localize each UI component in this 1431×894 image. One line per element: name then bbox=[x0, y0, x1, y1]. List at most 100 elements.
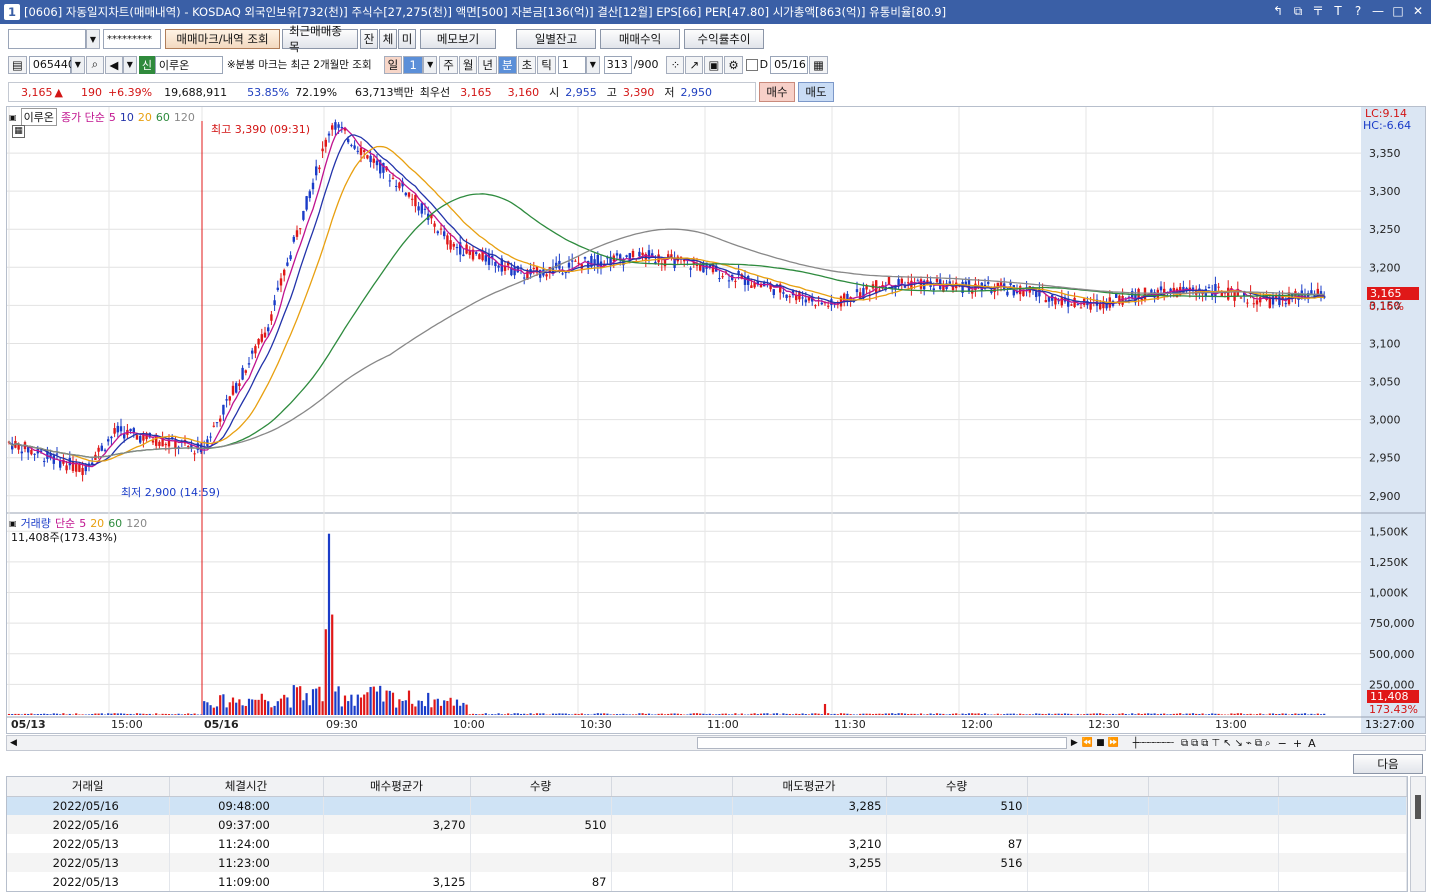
table-scrollbar[interactable] bbox=[1410, 776, 1426, 892]
return-trend-button[interactable]: 수익률추이 bbox=[684, 29, 764, 49]
link-icon[interactable]: ↰ bbox=[1271, 3, 1285, 19]
sell-button[interactable]: 매도 bbox=[798, 82, 834, 102]
candle-body bbox=[801, 297, 804, 299]
col-exec-time[interactable]: 체결시간 bbox=[169, 777, 324, 797]
draw-tool-icon[interactable]: ↗ bbox=[685, 55, 704, 74]
zoom-out-icon[interactable]: − bbox=[1278, 737, 1287, 750]
settings-gear-icon[interactable]: ⚙ bbox=[724, 55, 743, 74]
legend-ma5[interactable]: 5 bbox=[109, 111, 116, 124]
col-sell-avg[interactable]: 매도평균가 bbox=[732, 777, 887, 797]
maximize-icon[interactable]: □ bbox=[1391, 3, 1405, 19]
password-input[interactable]: ********* bbox=[103, 29, 161, 49]
account-dropdown-icon[interactable]: ▼ bbox=[86, 29, 100, 49]
period-year[interactable]: 년 bbox=[478, 55, 497, 74]
legend-ma60[interactable]: 60 bbox=[156, 111, 170, 124]
volume-bar bbox=[116, 713, 119, 715]
table-scroll-thumb[interactable] bbox=[1415, 795, 1421, 819]
search-icon[interactable]: ⌕ bbox=[85, 55, 104, 74]
period-day[interactable]: 일 bbox=[383, 55, 403, 74]
chart-area[interactable]: 3,350 3,300 3,250 3,200 3,150 3,100 3,050 3,000… bbox=[6, 106, 1426, 734]
legend-vol-ma5[interactable]: 5 bbox=[79, 517, 86, 530]
interval-input[interactable]: 1 bbox=[557, 55, 586, 74]
calendar-icon[interactable]: ▦ bbox=[809, 55, 829, 74]
table-cell: 3,285 bbox=[732, 796, 887, 815]
code-dropdown-icon[interactable]: ▼ bbox=[70, 55, 85, 74]
recent-trades-button[interactable]: 최근매매종목 bbox=[282, 24, 358, 54]
volume-bar bbox=[1134, 714, 1137, 715]
volume-tick-label: 1,500K bbox=[1369, 525, 1408, 538]
legend-ma120[interactable]: 120 bbox=[174, 111, 195, 124]
col-buy-qty[interactable]: 수량 bbox=[470, 777, 612, 797]
legend-ma20[interactable]: 20 bbox=[138, 111, 152, 124]
col-trade-date[interactable]: 거래일 bbox=[7, 777, 170, 797]
account-input[interactable] bbox=[8, 29, 86, 49]
speaker-dropdown-icon[interactable]: ▼ bbox=[122, 55, 137, 74]
save-icon[interactable]: ▣ bbox=[704, 55, 724, 74]
trade-profit-button[interactable]: 매매수익 bbox=[600, 29, 680, 49]
stock-name-field[interactable]: 이루온 bbox=[154, 55, 223, 74]
period-month[interactable]: 월 bbox=[458, 55, 478, 74]
period-day-dropdown-icon[interactable]: ▼ bbox=[423, 55, 438, 74]
chart-tools-icon[interactable]: ⧉⧉⧉⊤↖↘⌁⧉⌕ bbox=[1181, 738, 1274, 749]
font-icon[interactable]: T bbox=[1331, 3, 1345, 19]
scroll-thumb[interactable] bbox=[696, 737, 1067, 749]
period-minute[interactable]: 분 bbox=[498, 55, 517, 74]
legend-vol-ma120[interactable]: 120 bbox=[126, 517, 147, 530]
zoom-in-icon[interactable]: + bbox=[1293, 737, 1302, 750]
volume-bar bbox=[577, 714, 580, 715]
legend-vol-ma20[interactable]: 20 bbox=[90, 517, 104, 530]
close-icon[interactable]: ✕ bbox=[1411, 3, 1425, 19]
date-checkbox[interactable] bbox=[745, 58, 758, 71]
interval-dropdown-icon[interactable]: ▼ bbox=[585, 55, 600, 74]
table-row[interactable]: 2022/05/16 09:37:00 3,270 510 bbox=[7, 815, 1407, 834]
buy-button[interactable]: 매수 bbox=[759, 82, 795, 102]
legend-ma10[interactable]: 10 bbox=[120, 111, 134, 124]
volume-bar bbox=[775, 713, 779, 715]
period-day-count[interactable]: 1 bbox=[403, 55, 424, 74]
layout-icon[interactable]: ▤ bbox=[8, 55, 27, 74]
period-week[interactable]: 주 bbox=[439, 55, 458, 74]
col-sell-qty[interactable]: 수량 bbox=[886, 777, 1028, 797]
candle-body bbox=[574, 260, 577, 262]
code-input[interactable]: 065440 bbox=[28, 55, 75, 74]
date-input[interactable]: 05/16 bbox=[770, 55, 809, 74]
legend-vol-ma60[interactable]: 60 bbox=[108, 517, 122, 530]
stop-icon[interactable]: ■ bbox=[1096, 738, 1105, 748]
minimize-icon[interactable]: — bbox=[1371, 3, 1385, 19]
volume-legend-toggle-icon[interactable]: ▣ bbox=[9, 519, 17, 528]
daily-balance-button[interactable]: 일별잔고 bbox=[516, 29, 596, 49]
period-second[interactable]: 초 bbox=[517, 55, 537, 74]
bar-count-input[interactable]: 313 bbox=[603, 55, 632, 74]
scroll-left-icon[interactable]: ◀ bbox=[10, 738, 17, 748]
chart-scroll-bar[interactable]: ◀ ▶ ⏪ ■ ⏩ ┼┄┄┄┄┄┄┄ ⧉⧉⧉⊤↖↘⌁⧉⌕ − + A bbox=[6, 735, 1426, 751]
zoom-slider-icon[interactable]: ┼┄┄┄┄┄┄┄ bbox=[1133, 738, 1174, 749]
unfilled-button[interactable]: 미 bbox=[398, 29, 416, 49]
speaker-icon[interactable]: ◀ bbox=[104, 55, 123, 74]
indicator-icon[interactable]: ⁘ bbox=[666, 55, 685, 74]
candle-body bbox=[75, 464, 78, 472]
filled-button[interactable]: 체 bbox=[379, 29, 397, 49]
table-icon[interactable]: ▦ bbox=[12, 125, 25, 138]
help-icon[interactable]: ? bbox=[1351, 3, 1365, 19]
text-tool-icon[interactable]: A bbox=[1308, 737, 1316, 750]
restore-icon[interactable]: ⧉ bbox=[1291, 3, 1305, 19]
table-cell bbox=[470, 853, 612, 872]
table-row[interactable]: 2022/05/13 11:24:00 3,210 87 bbox=[7, 834, 1407, 853]
legend-close-ma[interactable]: 종가 단순 bbox=[61, 109, 105, 125]
forward-icon[interactable]: ⏩ bbox=[1108, 738, 1119, 748]
table-row[interactable]: 2022/05/16 09:48:00 3,285 510 bbox=[7, 796, 1407, 815]
price-volume-chart[interactable]: 3,3503,3003,2503,2003,1503,1003,0503,000… bbox=[7, 107, 1425, 733]
next-button[interactable]: 다음 bbox=[1353, 754, 1423, 774]
col-buy-avg[interactable]: 매수평균가 bbox=[323, 777, 471, 797]
scroll-right-icon[interactable]: ▶ bbox=[1071, 738, 1078, 748]
memo-view-button[interactable]: 메모보기 bbox=[420, 29, 496, 49]
period-tick[interactable]: 틱 bbox=[537, 55, 556, 74]
rewind-icon[interactable]: ⏪ bbox=[1082, 738, 1093, 748]
legend-toggle-icon[interactable]: ▣ bbox=[9, 113, 17, 122]
last-time: 13:27:00 bbox=[1365, 718, 1415, 731]
balance-button[interactable]: 잔 bbox=[360, 29, 378, 49]
trade-mark-query-button[interactable]: 매매마크/내역 조회 bbox=[165, 29, 280, 49]
pin-icon[interactable]: 〒 bbox=[1311, 3, 1325, 19]
table-row[interactable]: 2022/05/13 11:23:00 3,255 516 bbox=[7, 853, 1407, 872]
table-row[interactable]: 2022/05/13 11:09:00 3,125 87 bbox=[7, 872, 1407, 891]
